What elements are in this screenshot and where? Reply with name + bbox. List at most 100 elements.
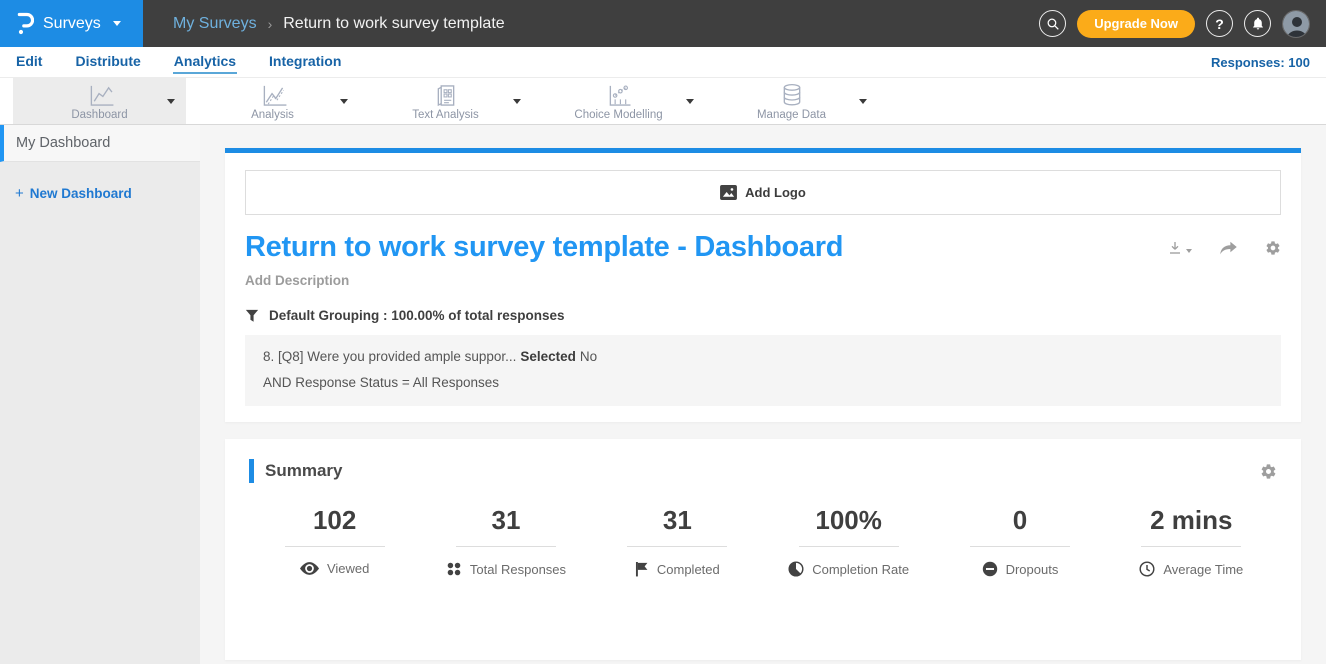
search-button[interactable] [1039,10,1066,37]
summary-card: Summary 102 Viewed [225,439,1301,660]
chevron-down-icon [113,21,121,26]
plus-icon: + [15,185,24,202]
toolbar-item-text-analysis[interactable]: Text Analysis [359,78,532,124]
tab-edit[interactable]: Edit [15,50,43,74]
summary-stats-row: 102 Viewed 31 [249,505,1277,577]
criteria-operator: Selected [520,349,576,364]
stat-label-row: Completed [592,561,763,577]
flag-icon [635,561,649,577]
toolbar-item-label: Analysis [251,109,294,121]
stat-label: Total Responses [470,562,566,577]
tab-integration[interactable]: Integration [268,50,342,74]
content-area: My Dashboard + New Dashboard Add Logo Re… [0,125,1326,664]
stat-value: 0 [934,505,1105,536]
divider [970,546,1070,547]
minus-circle-icon [982,561,998,577]
database-icon [780,83,804,107]
chevron-down-icon[interactable] [167,99,175,104]
dashboard-chart-icon [85,84,115,107]
gear-icon [1260,463,1277,480]
app-logo-icon [17,11,34,36]
criteria-value: No [580,349,597,364]
toolbar-item-manage-data[interactable]: Manage Data [705,78,878,124]
text-analysis-icon [434,84,458,107]
default-grouping-label: Default Grouping : 100.00% of total resp… [269,308,565,323]
dots-grid-icon [446,561,462,577]
help-button[interactable]: ? [1206,10,1233,37]
default-grouping-row[interactable]: Default Grouping : 100.00% of total resp… [245,308,1281,323]
gear-icon [1265,240,1281,256]
download-button[interactable] [1167,240,1192,256]
analysis-chart-icon [258,84,288,107]
accent-bar [249,459,254,483]
add-logo-dropzone[interactable]: Add Logo [245,170,1281,215]
toolbar-item-label: Manage Data [757,109,826,121]
clock-icon [1139,561,1155,577]
criteria-question-text: 8. [Q8] Were you provided ample suppor..… [263,349,516,364]
stat-value: 100% [763,505,934,536]
app-name: Surveys [43,15,101,33]
breadcrumb-my-surveys[interactable]: My Surveys [173,15,257,33]
stat-viewed: 102 Viewed [249,505,420,577]
eye-icon [300,562,319,575]
tab-analytics[interactable]: Analytics [173,50,237,74]
stat-label: Viewed [327,561,369,576]
breadcrumb-separator-icon: › [268,16,273,32]
avatar[interactable] [1282,10,1310,38]
stat-label: Completion Rate [812,562,909,577]
toolbar-item-dashboard[interactable]: Dashboard [13,78,186,124]
stat-value: 31 [420,505,591,536]
settings-button[interactable] [1265,240,1281,256]
stat-value: 2 mins [1106,505,1277,536]
chevron-down-icon[interactable] [686,99,694,104]
chevron-down-icon[interactable] [513,99,521,104]
breadcrumb: My Surveys › Return to work survey templ… [173,15,505,33]
stat-dropouts: 0 Dropouts [934,505,1105,577]
summary-header: Summary [249,459,1277,483]
stat-average-time: 2 mins Average Time [1106,505,1277,577]
criteria-line-2: AND Response Status = All Responses [263,375,1263,390]
notifications-button[interactable] [1244,10,1271,37]
upgrade-now-button[interactable]: Upgrade Now [1077,10,1195,38]
new-dashboard-button[interactable]: + New Dashboard [15,185,200,202]
choice-modelling-icon [605,84,632,107]
share-button[interactable] [1219,241,1238,256]
sidebar-item-label: My Dashboard [16,135,110,151]
toolbar-item-choice-modelling[interactable]: Choice Modelling [532,78,705,124]
question-mark-icon: ? [1215,16,1224,32]
stat-label-row: Total Responses [420,561,591,577]
summary-settings-button[interactable] [1260,463,1277,480]
dashboard-sidebar: My Dashboard + New Dashboard [0,125,200,664]
stat-label: Dropouts [1006,562,1059,577]
stat-label-row: Average Time [1106,561,1277,577]
app-header: Surveys My Surveys › Return to work surv… [0,0,1326,47]
chevron-down-icon[interactable] [859,99,867,104]
toolbar-item-label: Text Analysis [412,109,478,121]
filter-icon [245,309,259,323]
header-actions: Upgrade Now ? [1039,10,1310,38]
chevron-down-icon[interactable] [340,99,348,104]
add-description-button[interactable]: Add Description [245,273,1281,288]
stat-completed: 31 Completed [592,505,763,577]
share-icon [1219,241,1238,256]
summary-title: Summary [265,461,342,481]
divider [627,546,727,547]
analytics-toolbar: Dashboard Analysis Text Analysis Choice … [0,78,1326,125]
new-dashboard-label: New Dashboard [30,186,132,201]
divider [456,546,556,547]
sidebar-item-my-dashboard[interactable]: My Dashboard [0,125,200,162]
toolbar-item-analysis[interactable]: Analysis [186,78,359,124]
grouping-criteria-box: 8. [Q8] Were you provided ample suppor..… [245,335,1281,406]
dashboard-header-card: Add Logo Return to work survey template … [225,148,1301,422]
app-switcher[interactable]: Surveys [0,0,143,47]
search-icon [1046,17,1060,31]
responses-count[interactable]: Responses: 100 [1211,55,1310,70]
survey-menu-bar: Edit Distribute Analytics Integration Re… [0,47,1326,78]
chevron-down-icon [1186,249,1192,253]
image-icon [720,185,737,200]
toolbar-item-label: Choice Modelling [574,109,662,121]
divider [285,546,385,547]
tab-distribute[interactable]: Distribute [74,50,141,74]
divider [799,546,899,547]
dashboard-main: Add Logo Return to work survey template … [200,125,1326,664]
